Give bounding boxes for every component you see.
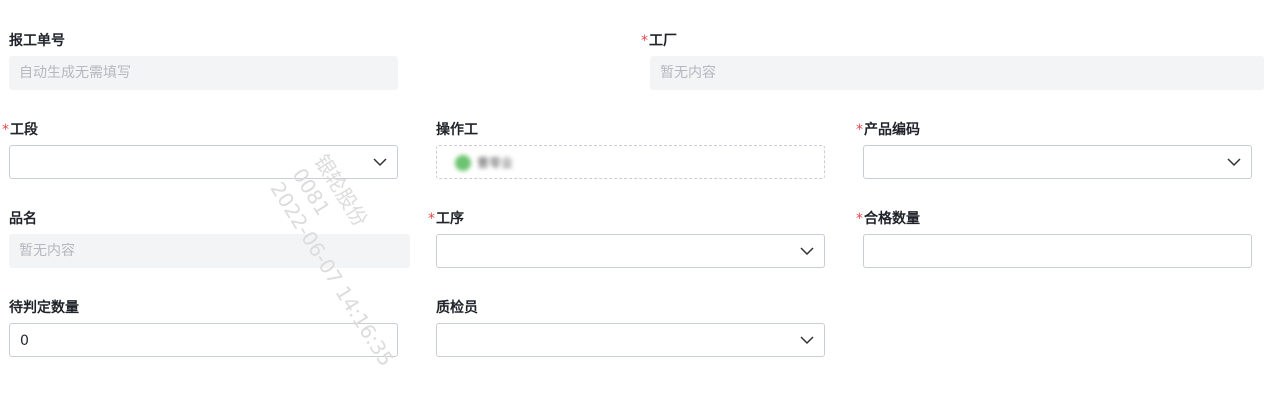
operator-picker[interactable]: 曹零业 bbox=[436, 145, 825, 179]
chevron-down-icon bbox=[800, 246, 814, 256]
operator-label: 操作工 bbox=[436, 122, 478, 138]
product-name-label: 品名 bbox=[9, 211, 37, 227]
pending-qty-input[interactable]: 0 bbox=[9, 323, 398, 357]
avatar bbox=[455, 155, 471, 171]
chevron-down-icon bbox=[1227, 157, 1241, 167]
chevron-down-icon bbox=[800, 335, 814, 345]
required-mark: * bbox=[428, 211, 435, 227]
required-mark: * bbox=[2, 122, 9, 138]
section-select[interactable] bbox=[9, 145, 398, 179]
inspector-select[interactable] bbox=[436, 323, 825, 357]
factory-label: *工厂 bbox=[641, 33, 677, 49]
factory-input: 暂无内容 bbox=[650, 56, 1264, 90]
operator-chip-name: 曹零业 bbox=[477, 156, 514, 170]
pending-qty-label: 待判定数量 bbox=[9, 300, 79, 316]
process-label: *工序 bbox=[428, 211, 464, 227]
section-label: *工段 bbox=[2, 122, 38, 138]
process-select[interactable] bbox=[436, 234, 825, 268]
qualified-qty-input[interactable] bbox=[863, 234, 1252, 268]
product-code-label: *产品编码 bbox=[856, 122, 920, 138]
report-no-label: 报工单号 bbox=[9, 33, 65, 49]
operator-chip[interactable]: 曹零业 bbox=[455, 154, 513, 172]
product-name-input: 暂无内容 bbox=[9, 234, 410, 268]
inspector-label: 质检员 bbox=[436, 300, 478, 316]
report-no-input: 自动生成无需填写 bbox=[9, 56, 398, 90]
required-mark: * bbox=[856, 211, 863, 227]
chevron-down-icon bbox=[373, 157, 387, 167]
required-mark: * bbox=[856, 122, 863, 138]
required-mark: * bbox=[641, 33, 648, 49]
product-code-select[interactable] bbox=[863, 145, 1252, 179]
qualified-qty-label: *合格数量 bbox=[856, 211, 920, 227]
